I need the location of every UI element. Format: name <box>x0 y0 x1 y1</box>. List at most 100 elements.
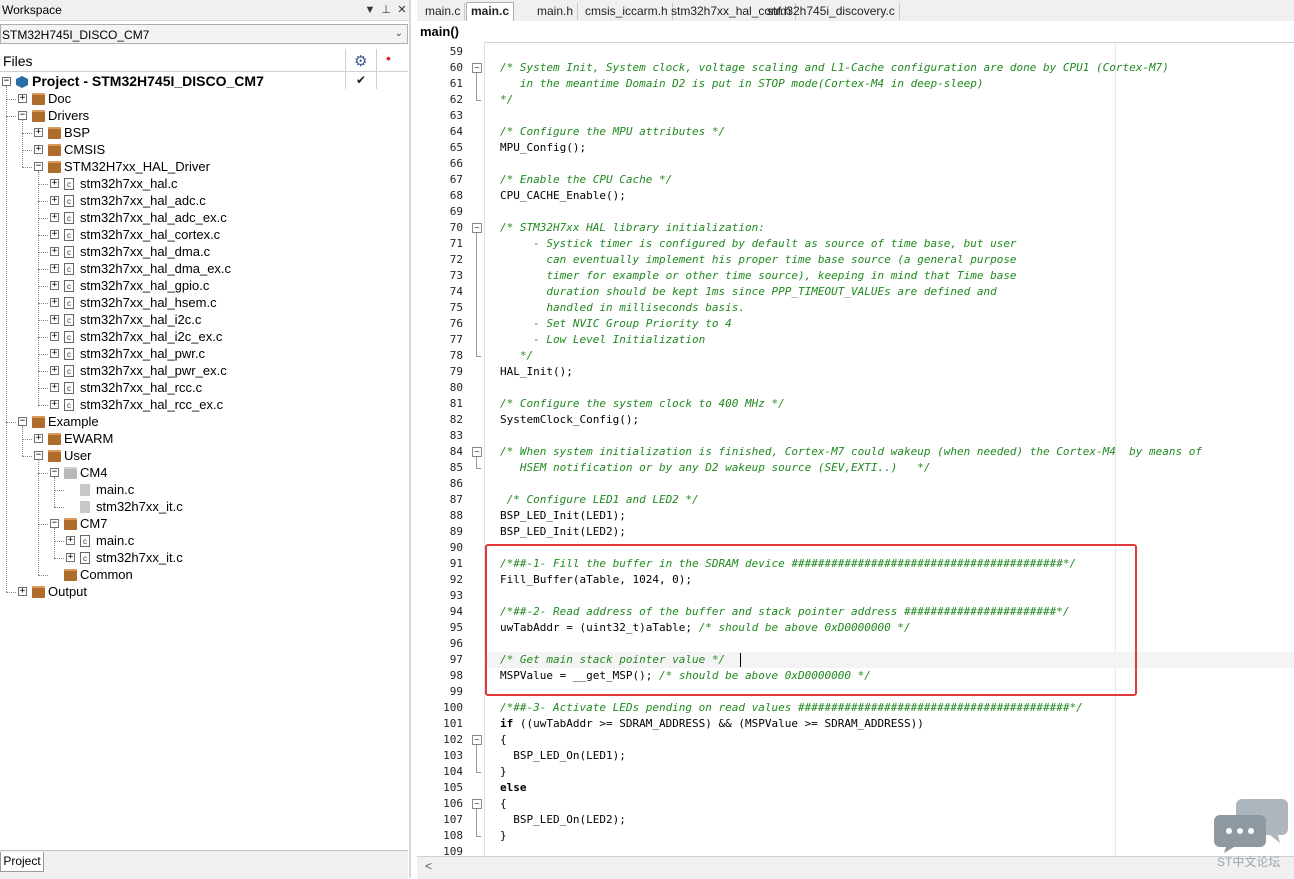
tree-file-node[interactable]: + c stm32h7xx_hal_rcc.c <box>0 379 340 396</box>
tree-connector-line <box>22 150 32 151</box>
collapse-icon[interactable]: − <box>18 111 27 120</box>
line-number: 61 <box>449 77 463 90</box>
panel-splitter[interactable] <box>409 0 411 878</box>
expand-icon[interactable]: + <box>66 553 75 562</box>
expand-icon[interactable]: + <box>50 349 59 358</box>
code-line: /* When system initialization is finishe… <box>500 445 1202 458</box>
tree-file-node[interactable]: stm32h7xx_it.c <box>0 498 340 515</box>
watermark-text: ST中文论坛 <box>1217 855 1281 869</box>
tree-file-node[interactable]: + c stm32h7xx_hal_gpio.c <box>0 277 340 294</box>
function-bar[interactable]: main() <box>417 21 1294 43</box>
tree-file-node[interactable]: + c stm32h7xx_hal_pwr_ex.c <box>0 362 340 379</box>
tree-file-node[interactable]: + c stm32h7xx_hal_cortex.c <box>0 226 340 243</box>
tree-folder-node[interactable]: + Doc <box>0 90 340 107</box>
dropdown-icon[interactable]: ▼ <box>362 2 378 18</box>
tab-project[interactable]: Project <box>0 852 44 872</box>
tree-folder-node[interactable]: + EWARM <box>0 430 340 447</box>
expand-icon[interactable]: + <box>50 281 59 290</box>
collapse-icon[interactable]: − <box>34 162 43 171</box>
tree-connector-line <box>22 167 32 168</box>
tree-file-node[interactable]: + c stm32h7xx_hal_rcc_ex.c <box>0 396 340 413</box>
expand-icon[interactable]: + <box>50 332 59 341</box>
expand-icon[interactable]: + <box>34 145 43 154</box>
tree-folder-node[interactable]: − Drivers <box>0 107 340 124</box>
configuration-select[interactable]: STM32H745I_DISCO_CM7 ⌄ <box>0 24 408 44</box>
line-number: 59 <box>449 45 463 58</box>
tab-editor-file[interactable]: stm32h745i_discovery.c <box>763 3 900 20</box>
tree-file-node[interactable]: + c stm32h7xx_hal_hsem.c <box>0 294 340 311</box>
tree-folder-node[interactable]: + CMSIS <box>0 141 340 158</box>
expand-icon[interactable]: + <box>50 366 59 375</box>
expand-icon[interactable]: + <box>18 587 27 596</box>
tab-editor-file[interactable]: cmsis_iccarm.h <box>581 3 673 20</box>
expand-icon[interactable]: + <box>50 179 59 188</box>
scroll-left-icon[interactable]: < <box>425 859 432 873</box>
fold-collapse-icon[interactable]: − <box>472 447 482 457</box>
tree-node-label: main.c <box>96 482 135 497</box>
tree-folder-node[interactable]: − Example <box>0 413 340 430</box>
fold-collapse-icon[interactable]: − <box>472 63 482 73</box>
expand-icon[interactable]: + <box>50 298 59 307</box>
expand-icon[interactable]: + <box>50 230 59 239</box>
c-file-icon: c <box>64 195 74 207</box>
code-line: */ <box>500 349 534 362</box>
tree-node-label: Common <box>80 567 133 582</box>
expand-icon[interactable]: + <box>50 213 59 222</box>
expand-icon[interactable]: + <box>50 315 59 324</box>
tree-file-node[interactable]: + c main.c <box>0 532 340 549</box>
tree-file-node[interactable]: + c stm32h7xx_hal_dma.c <box>0 243 340 260</box>
horizontal-scrollbar[interactable]: < <box>417 856 1294 879</box>
collapse-icon[interactable]: − <box>50 519 59 528</box>
c-file-icon: c <box>64 263 74 275</box>
tree-file-node[interactable]: + c stm32h7xx_hal_pwr.c <box>0 345 340 362</box>
fold-collapse-icon[interactable]: − <box>472 799 482 809</box>
expand-icon[interactable]: + <box>50 247 59 256</box>
tree-file-node[interactable]: + c stm32h7xx_hal.c <box>0 175 340 192</box>
collapse-icon[interactable]: − <box>34 451 43 460</box>
tree-file-node[interactable]: + c stm32h7xx_hal_i2c.c <box>0 311 340 328</box>
tree-folder-node[interactable]: Common <box>0 566 340 583</box>
expand-icon[interactable]: + <box>50 196 59 205</box>
c-file-icon: c <box>64 280 74 292</box>
tree-file-node[interactable]: main.c <box>0 481 340 498</box>
tree-file-node[interactable]: + c stm32h7xx_hal_adc.c <box>0 192 340 209</box>
expand-icon[interactable]: + <box>34 128 43 137</box>
tree-file-node[interactable]: + c stm32h7xx_it.c <box>0 549 340 566</box>
collapse-icon[interactable]: − <box>18 417 27 426</box>
tree-folder-node[interactable]: − STM32H7xx_HAL_Driver <box>0 158 340 175</box>
tab-editor-file[interactable]: main.c <box>466 2 515 22</box>
tree-folder-node[interactable]: − CM4 <box>0 464 340 481</box>
tree-file-node[interactable]: + c stm32h7xx_hal_dma_ex.c <box>0 260 340 277</box>
pin-icon[interactable]: ⊥ <box>378 2 394 18</box>
line-number: 62 <box>449 93 463 106</box>
tab-editor-file[interactable]: main.h <box>533 3 579 20</box>
expand-icon[interactable]: + <box>50 383 59 392</box>
gear-icon[interactable]: ⚙ <box>354 52 367 70</box>
expand-icon[interactable]: + <box>18 94 27 103</box>
c-file-icon: c <box>64 246 74 258</box>
tree-folder-node[interactable]: + Output <box>0 583 340 600</box>
folder-icon <box>48 161 61 173</box>
tree-node-label: stm32h7xx_hal_dma_ex.c <box>80 261 232 276</box>
code-line: { <box>500 797 507 810</box>
tree-file-node[interactable]: + c stm32h7xx_hal_i2c_ex.c <box>0 328 340 345</box>
expand-icon[interactable]: + <box>34 434 43 443</box>
collapse-icon[interactable]: − <box>2 77 11 86</box>
line-number: 81 <box>449 397 463 410</box>
fold-collapse-icon[interactable]: − <box>472 735 482 745</box>
tree-project-node[interactable]: − Project - STM32H745I_DISCO_CM7 <box>0 73 340 90</box>
tree-folder-node[interactable]: − CM7 <box>0 515 340 532</box>
close-icon[interactable]: ✕ <box>394 2 410 18</box>
collapse-icon[interactable]: − <box>50 468 59 477</box>
line-number: 92 <box>449 573 463 586</box>
expand-icon[interactable]: + <box>66 536 75 545</box>
tree-connector-line <box>38 269 48 270</box>
expand-icon[interactable]: + <box>50 400 59 409</box>
fold-collapse-icon[interactable]: − <box>472 223 482 233</box>
expand-icon[interactable]: + <box>50 264 59 273</box>
tree-file-node[interactable]: + c stm32h7xx_hal_adc_ex.c <box>0 209 340 226</box>
tab-editor-file[interactable]: main.c <box>421 3 466 20</box>
tree-folder-node[interactable]: + BSP <box>0 124 340 141</box>
tree-folder-node[interactable]: − User <box>0 447 340 464</box>
code-area[interactable]: /* System Init, System clock, voltage sc… <box>485 42 1294 856</box>
